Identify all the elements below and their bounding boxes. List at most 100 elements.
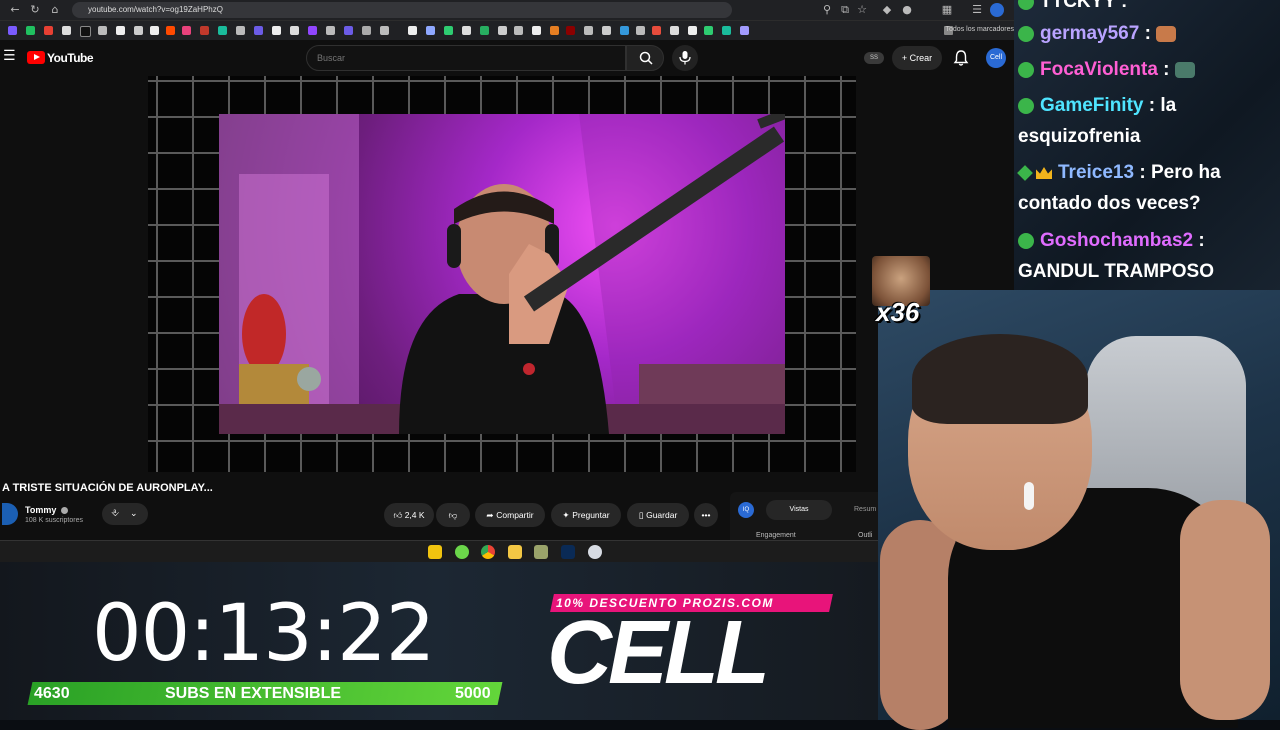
bookmark-icon[interactable] — [380, 26, 389, 35]
chat-message-cont: esquizofrenia — [1018, 121, 1140, 153]
chrome-icon[interactable] — [481, 545, 495, 559]
bookmark-icon[interactable] — [326, 26, 335, 35]
bookmark-icon[interactable] — [514, 26, 523, 35]
search-input[interactable] — [306, 45, 626, 71]
share-button[interactable]: ➦ Compartir — [475, 503, 545, 527]
bookmark-icon[interactable] — [532, 26, 541, 35]
youtube-logo-icon[interactable] — [27, 51, 45, 64]
youtube-brand[interactable]: YouTube — [47, 51, 94, 65]
bookmark-icon[interactable] — [272, 26, 281, 35]
bookmark-icon[interactable] — [498, 26, 507, 35]
like-button[interactable]: 👍︎ 2,4 K — [384, 503, 434, 527]
microphone-icon — [679, 51, 691, 65]
save-button[interactable]: ▯ Guardar — [627, 503, 689, 527]
ss-badge[interactable]: SS — [864, 52, 884, 64]
zoom-icon[interactable]: ⚲ — [820, 3, 834, 17]
bookmark-icon[interactable] — [344, 26, 353, 35]
bookmark-icon[interactable] — [670, 26, 679, 35]
bookmark-icon[interactable] — [550, 26, 559, 35]
media-icon[interactable]: ☰ — [970, 3, 984, 17]
bookmark-icon[interactable] — [98, 26, 107, 35]
profile-icon[interactable] — [990, 3, 1004, 17]
ask-button[interactable]: ✦ Preguntar — [551, 503, 621, 527]
star-icon[interactable]: ☆ — [855, 3, 869, 17]
app-icon[interactable] — [428, 545, 442, 559]
bookmark-icon[interactable] — [236, 26, 245, 35]
bookmark-icon[interactable] — [290, 26, 299, 35]
stream-timer: 00:13:22 — [92, 589, 435, 679]
bookmark-icon[interactable] — [636, 26, 645, 35]
bookmark-icon[interactable] — [584, 26, 593, 35]
more-actions-button[interactable]: ••• — [694, 503, 718, 527]
account-avatar[interactable]: Cell — [986, 48, 1006, 68]
reload-icon[interactable]: ↻ — [28, 3, 42, 17]
chat-text: Pero ha — [1150, 162, 1221, 183]
voice-search-button[interactable] — [672, 45, 698, 71]
app-icon[interactable] — [455, 545, 469, 559]
instagram-icon[interactable] — [182, 26, 191, 35]
chat-text: la — [1160, 95, 1177, 116]
bookmark-icon[interactable] — [704, 26, 713, 35]
bookmark-icon[interactable] — [566, 26, 575, 35]
bookmark-icon[interactable] — [462, 26, 471, 35]
bookmark-icon[interactable] — [26, 26, 35, 35]
puzzle-icon[interactable]: ▦ — [940, 3, 954, 17]
bookmark-icon[interactable] — [740, 26, 749, 35]
bookmark-icon[interactable] — [218, 26, 227, 35]
bookmark-icon[interactable] — [408, 26, 417, 35]
video-frame-image — [219, 114, 785, 434]
bookmark-icon[interactable] — [652, 26, 661, 35]
bookmark-icon[interactable] — [362, 26, 371, 35]
tiktok-icon[interactable] — [80, 26, 91, 37]
folder-icon[interactable] — [508, 545, 522, 559]
search-button[interactable] — [626, 45, 664, 71]
bookmark-icon[interactable] — [8, 26, 17, 35]
twitch-icon[interactable] — [308, 26, 317, 35]
menu-icon[interactable]: ☰ — [3, 48, 16, 64]
download-icon[interactable] — [150, 26, 159, 35]
chat-message-cont: GANDUL TRAMPOSO — [1018, 256, 1214, 288]
bookmark-icon[interactable] — [134, 26, 143, 35]
cell-logo: CELL — [547, 603, 770, 703]
channel-avatar[interactable] — [2, 503, 18, 525]
app-icon[interactable] — [588, 545, 602, 559]
extension-icon[interactable]: ● — [900, 3, 914, 17]
subscription-bell-button[interactable]: ⎀ ⌄ — [102, 503, 148, 525]
app-icon[interactable] — [534, 545, 548, 559]
chat-message: Goshochambas2 : — [1018, 225, 1205, 257]
bookmark-icon[interactable] — [444, 26, 453, 35]
share-page-icon[interactable]: ⧉ — [838, 3, 852, 17]
bookmark-icon[interactable] — [722, 26, 731, 35]
bookmark-icon[interactable] — [602, 26, 611, 35]
gmail-icon[interactable] — [44, 26, 53, 35]
home-icon[interactable]: ⌂ — [48, 3, 62, 17]
chat-username: germay567 — [1040, 23, 1140, 44]
bookmark-icon[interactable] — [166, 26, 175, 35]
bookmark-icon[interactable] — [116, 26, 125, 35]
tab-resumen[interactable]: Resum — [854, 506, 876, 513]
insights-logo[interactable]: IQ — [738, 502, 754, 518]
chat-username: Goshochambas2 — [1040, 230, 1194, 251]
create-button[interactable]: + Crear — [892, 46, 942, 70]
extension-icon[interactable]: ◆ — [880, 3, 894, 17]
bookmark-icon[interactable] — [480, 26, 489, 35]
member-badge-icon — [1018, 232, 1034, 249]
photoshop-icon[interactable] — [561, 545, 575, 559]
bookmark-icon[interactable] — [254, 26, 263, 35]
bookmark-icon[interactable] — [688, 26, 697, 35]
save-label: Guardar — [646, 510, 678, 520]
video-frame[interactable] — [219, 114, 785, 434]
chat-message: germay567 : — [1018, 18, 1177, 50]
back-icon[interactable]: ← — [8, 3, 22, 17]
bookmark-icon[interactable] — [426, 26, 435, 35]
x-icon[interactable] — [62, 26, 71, 35]
tab-vistas[interactable]: Vistas — [766, 500, 832, 520]
bookmark-icon[interactable] — [200, 26, 209, 35]
url-field[interactable]: youtube.com/watch?v=og19ZaHPhzQ — [72, 2, 732, 18]
channel-name-text: Tommy — [25, 505, 57, 515]
all-bookmarks-link[interactable]: Todos los marcadores — [946, 26, 1014, 33]
notifications-bell-icon[interactable] — [952, 49, 970, 67]
channel-name[interactable]: Tommy — [25, 505, 68, 515]
bookmark-icon[interactable] — [620, 26, 629, 35]
dislike-button[interactable]: 👎︎ — [436, 503, 470, 527]
